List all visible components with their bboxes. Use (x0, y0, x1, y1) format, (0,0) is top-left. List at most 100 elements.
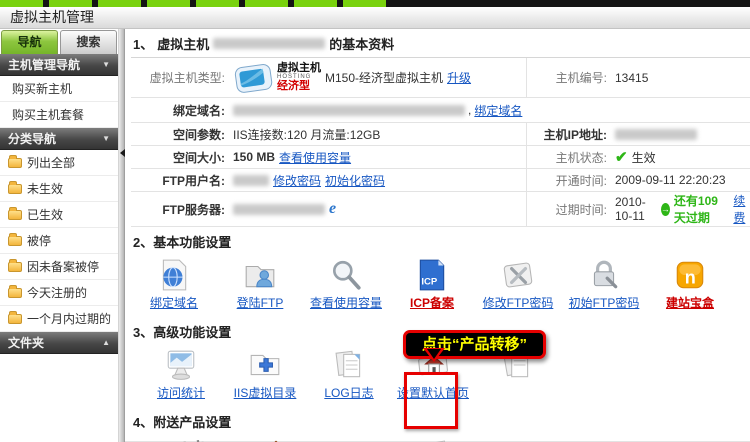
view-usage-link[interactable]: 查看使用容量 (279, 149, 351, 166)
upgrade-link[interactable]: 升级 (447, 69, 471, 86)
sidebar-item-active[interactable]: 已生效 (0, 202, 118, 228)
fn-log[interactable]: LOG日志 (307, 348, 391, 401)
folder-icon (8, 314, 22, 324)
documents-icon (424, 438, 460, 442)
init-password-link[interactable]: 初始化密码 (325, 172, 385, 189)
fn-icp-filing[interactable]: ICP ICP备案 (389, 258, 475, 311)
globe-page-icon (157, 258, 191, 292)
folder-icon (8, 184, 22, 194)
sidebar-item-stopped[interactable]: 被停 (0, 228, 118, 254)
fn-database-management[interactable]: 数据库管理 (317, 438, 400, 442)
change-password-link[interactable]: 修改密码 (273, 172, 321, 189)
folder-icon (8, 262, 22, 272)
redacted-ftp-user (233, 175, 269, 186)
fn-init-ftp-password[interactable]: 初始FTP密码 (561, 258, 647, 311)
chevron-down-icon: ▼ (102, 134, 110, 143)
svg-text:ICP: ICP (421, 277, 438, 288)
sidebar-group-host-management[interactable]: 主机管理导航 ▼ (0, 54, 118, 76)
fn-view-usage[interactable]: 查看使用容量 (303, 258, 389, 311)
renew-link[interactable]: 续费 (733, 192, 750, 226)
page-title: 虚拟主机管理 (0, 7, 750, 29)
sidebar-item-buy-new-host[interactable]: 购买新主机 (0, 76, 118, 102)
redacted-host-name (213, 38, 325, 49)
host-type-value: M150-经济型虚拟主机 (325, 69, 443, 86)
sidebar-item-buy-host-package[interactable]: 购买主机套餐 (0, 102, 118, 128)
expire-time-label: 过期时间: (527, 201, 613, 218)
sidebar-splitter[interactable] (118, 29, 125, 442)
nicebox-icon: n (673, 258, 707, 292)
sidebar-item-list-all[interactable]: 列出全部 (0, 150, 118, 176)
menu-tabs-cutoff (0, 0, 392, 7)
fn-change-ftp-password[interactable]: 修改FTP密码 (475, 258, 561, 311)
fn-website-builder[interactable]: n 建站宝盒 (647, 258, 733, 311)
fn-iis-virtual-directory[interactable]: IIS虚拟目录 (223, 348, 307, 401)
space-params-label: 空间参数: (131, 126, 233, 143)
documents-icon (332, 348, 366, 382)
hosting-logo-icon: 虚拟主机 HOSTING 经济型 (233, 61, 321, 95)
sidebar-item-stopped-no-icp[interactable]: 因未备案被停 (0, 254, 118, 280)
host-id-label: 主机编号: (527, 69, 613, 86)
section1-heading: 1、虚拟主机 的基本资料 (131, 32, 750, 57)
sidebar-item-expiring-in-month[interactable]: 一个月内过期的 (0, 306, 118, 332)
fn-visit-stats[interactable]: 访问统计 (139, 348, 223, 401)
sidebar-group-category-nav[interactable]: 分类导航 ▼ (0, 128, 118, 150)
fn-counter[interactable]: 123 计数器 (151, 438, 234, 442)
tools-icon (501, 258, 535, 292)
folder-user-icon (243, 258, 277, 292)
expire-remaining: 还有109天过期 (674, 192, 729, 226)
sidebar-group-folders[interactable]: 文件夹 ▲ (0, 332, 118, 354)
check-icon: ✔ (615, 150, 628, 165)
basic-functions-row: 绑定域名 登陆FTP 查看使用容量 (131, 254, 750, 317)
chevron-up-icon: ▲ (102, 338, 110, 347)
open-time-value: 2009-09-11 22:20:23 (613, 173, 750, 187)
house-icon (258, 438, 294, 442)
bonus-products-row: 123 计数器 企业邮局管理 (131, 434, 750, 442)
folder-globe-icon (341, 438, 377, 442)
top-menu-strip (0, 0, 750, 7)
host-status-value: 生效 (632, 149, 656, 166)
sidebar-item-not-active[interactable]: 未生效 (0, 176, 118, 202)
section2-heading: 2、基本功能设置 (131, 227, 750, 254)
redacted-ftp-server (233, 204, 325, 215)
host-info-table: 虚拟主机类型: 虚拟主机 (131, 57, 750, 227)
fn-product-transfer[interactable]: 产品转移 (400, 438, 483, 442)
sidebar-item-registered-today[interactable]: 今天注册的 (0, 280, 118, 306)
folder-icon (8, 288, 22, 298)
host-ip-label: 主机IP地址: (527, 126, 613, 143)
magnifier-icon (329, 258, 363, 292)
fn-login-ftp[interactable]: 登陆FTP (217, 258, 303, 311)
sidebar: 导航 搜索 主机管理导航 ▼ 购买新主机 购买主机套餐 分类导航 ▼ 列出全部 (0, 29, 118, 442)
tab-navigation[interactable]: 导航 (1, 30, 58, 54)
space-size-label: 空间大小: (131, 149, 233, 166)
virtual-host-manager-window: 虚拟主机管理 导航 搜索 主机管理导航 ▼ 购买新主机 购买主机套餐 分类导航 … (0, 0, 750, 442)
folder-icon (8, 158, 22, 168)
redacted-domain (233, 105, 465, 116)
calendar-123-icon: 123 (175, 438, 211, 442)
space-params-value: IIS连接数:120 月流量:12GB (233, 123, 527, 145)
folder-icon (8, 236, 22, 246)
host-status-label: 主机状态: (527, 149, 613, 166)
folder-plus-icon (248, 348, 282, 382)
space-size-value: 150 MB (233, 150, 275, 164)
fn-enterprise-mail[interactable]: 企业邮局管理 (234, 438, 317, 442)
open-time-label: 开通时间: (527, 172, 613, 189)
ftp-user-label: FTP用户名: (131, 172, 233, 189)
folder-icon (8, 210, 22, 220)
arrow-circle-icon: → (661, 203, 670, 216)
tutorial-callout: 点击“产品转移” (403, 330, 546, 359)
fn-bind-domain[interactable]: 绑定域名 (131, 258, 217, 311)
svg-text:n: n (685, 268, 696, 288)
expire-date-value: 2010-10-11 (615, 195, 657, 223)
highlight-rectangle (404, 372, 458, 429)
host-id-value: 13415 (613, 71, 750, 85)
host-type-label: 虚拟主机类型: (131, 69, 233, 86)
domain-label: 绑定域名: (131, 102, 233, 119)
tab-search[interactable]: 搜索 (60, 30, 117, 54)
lock-icon (587, 258, 621, 292)
icp-document-icon: ICP (415, 258, 449, 292)
bind-domain-link[interactable]: 绑定域名 (474, 102, 522, 119)
redacted-ip (615, 129, 697, 140)
ftp-server-label: FTP服务器: (131, 201, 233, 218)
monitor-icon (164, 348, 198, 382)
ie-browser-icon[interactable]: e (329, 201, 336, 217)
